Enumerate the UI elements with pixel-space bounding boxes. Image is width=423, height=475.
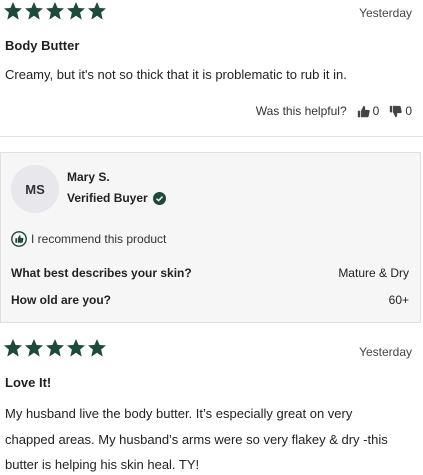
verified-badge: Verified Buyer	[67, 191, 166, 205]
helpful-vote: Was this helpful? 0 0	[256, 104, 412, 118]
answer-value: Mature & Dry	[338, 266, 409, 280]
reviewer-panel: MS Mary S. Verified Buyer I recommend th…	[0, 152, 421, 323]
recommend-label: I recommend this product	[31, 232, 167, 246]
review-body-line: chapped areas. My husband’s arms were so…	[5, 432, 388, 447]
star-icon	[67, 339, 85, 357]
review-body-line: butter is helping his skin heal. TY!	[5, 457, 200, 472]
helpful-yes-count: 0	[372, 104, 380, 118]
check-circle-icon	[152, 191, 166, 205]
review-body: Creamy, but it's not so thick that it is…	[5, 67, 347, 82]
question-label: What best describes your skin?	[11, 266, 192, 280]
star-icon	[46, 2, 64, 20]
star-icon	[25, 2, 43, 20]
recommend-badge: I recommend this product	[11, 231, 166, 247]
question-label: How old are you?	[11, 293, 112, 307]
skin-type-row: What best describes your skin? Mature & …	[11, 266, 409, 280]
review-date: Yesterday	[359, 6, 412, 20]
star-icon	[25, 339, 43, 357]
helpful-label: Was this helpful?	[255, 104, 347, 118]
star-rating	[3, 1, 107, 21]
review-card: Yesterday Body Butter Creamy, but it's n…	[0, 0, 423, 137]
star-icon	[88, 2, 106, 20]
review-title: Body Butter	[5, 38, 80, 53]
thumbs-up-icon	[357, 105, 370, 117]
review-date: Yesterday	[359, 345, 412, 359]
review-title: Love It!	[5, 375, 52, 390]
review-body-line: My husband live the body butter. It’s es…	[5, 406, 353, 421]
review-card: Yesterday Love It! My husband live the b…	[0, 335, 423, 475]
divider	[0, 136, 423, 137]
avatar: MS	[11, 165, 59, 213]
verified-label: Verified Buyer	[67, 191, 148, 205]
star-icon	[46, 339, 64, 357]
helpful-no-button[interactable]: 0	[389, 104, 412, 118]
reviewer-name: Mary S.	[67, 170, 110, 184]
star-icon	[4, 339, 22, 357]
answer-value: 60+	[388, 293, 409, 307]
helpful-yes-button[interactable]: 0	[357, 104, 380, 118]
helpful-no-count: 0	[405, 104, 412, 118]
star-icon	[67, 2, 85, 20]
star-rating	[3, 338, 107, 358]
star-icon	[88, 339, 106, 357]
age-row: How old are you? 60+	[11, 293, 409, 307]
thumbs-up-circle-icon	[11, 231, 27, 247]
thumbs-down-icon	[390, 105, 403, 117]
star-icon	[4, 2, 22, 20]
